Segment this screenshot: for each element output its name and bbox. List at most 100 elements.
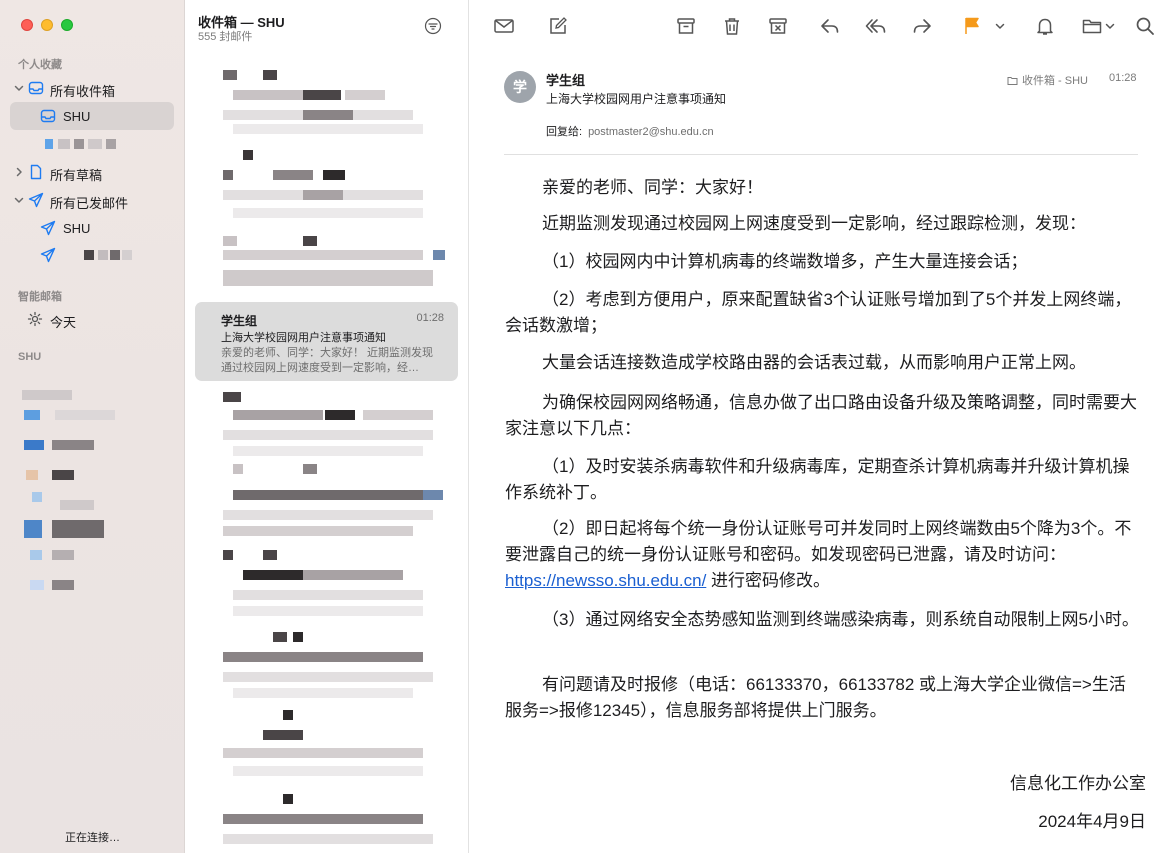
redacted-block (223, 526, 413, 536)
redacted-block (263, 70, 277, 80)
header-time: 01:28 (1109, 72, 1137, 84)
filter-icon[interactable] (424, 17, 442, 35)
redacted-block (233, 464, 243, 474)
inbox-icon (28, 81, 44, 95)
redacted-block (24, 520, 42, 538)
redacted-block (243, 150, 253, 160)
header-sender[interactable]: 学生组 (546, 70, 585, 89)
reply-all-icon[interactable] (865, 15, 887, 37)
body-paragraph: 大量会话连接数造成学校路由器的会话表过载，从而影响用户正常上网。 (542, 353, 1086, 372)
search-icon[interactable] (1134, 15, 1156, 37)
reply-to-address[interactable]: postmaster2@shu.edu.cn (588, 126, 714, 138)
mail-window: 个人收藏 所有收件箱 SHU 所有草稿 所有已发邮件 SHU 智能邮箱 今天 S… (0, 0, 1172, 853)
redacted-block (223, 270, 433, 286)
sidebar-item-all-inboxes[interactable]: 所有收件箱 (10, 75, 174, 102)
redacted-block (24, 440, 44, 450)
selected-message[interactable]: 学生组 01:28 上海大学校园网用户注意事项通知 亲爱的老师、同学：大家好！ … (195, 302, 458, 381)
message-preview: 亲爱的老师、同学：大家好！ 近期监测发现通过校园网上网速度受到一定影响，经… (221, 347, 434, 374)
header-divider (504, 154, 1138, 155)
body-paragraph: 为确保校园网网络畅通，信息办做了出口路由设备升级及策略调整，同时需要大家注意以下… (505, 393, 1137, 438)
minimize-window-button[interactable] (41, 19, 53, 31)
redacted-block (233, 124, 423, 134)
redacted-block (233, 90, 313, 100)
signature: 信息化工作办公室 (1010, 774, 1146, 793)
redacted-block (223, 550, 233, 560)
sidebar-item-all-drafts-label: 所有草稿 (50, 168, 103, 183)
envelope-icon[interactable] (493, 15, 515, 37)
redacted-block (223, 510, 433, 520)
redacted-block (345, 90, 385, 100)
message-time: 01:28 (416, 312, 444, 324)
redacted-block (223, 250, 423, 260)
reply-to: 回复给: postmaster2@shu.edu.cn (546, 123, 714, 139)
sidebar-item-sent-redacted[interactable] (10, 242, 174, 269)
chevron-down-icon[interactable] (13, 82, 25, 94)
redacted-block (223, 652, 423, 662)
redacted-block (30, 550, 42, 560)
body-paragraph: （1）校园网内中计算机病毒的终端数增多，产生大量连接会话； (542, 252, 1028, 271)
redacted-block (423, 490, 443, 500)
junk-icon[interactable] (767, 15, 789, 37)
body-greeting: 亲爱的老师、同学：大家好！ (542, 178, 763, 197)
compose-icon[interactable] (547, 15, 569, 37)
redacted-block (303, 190, 343, 200)
redacted-block (98, 250, 108, 260)
redacted-block (223, 814, 423, 824)
redacted-block (263, 730, 303, 740)
sidebar-item-today[interactable]: 今天 (10, 306, 174, 333)
redacted-block (273, 170, 313, 180)
body-paragraph: （3）通过网络安全态势感知监测到终端感染病毒，则系统自动限制上网5小时。 (542, 610, 1139, 629)
flag-icon[interactable] (961, 15, 983, 37)
archive-icon[interactable] (675, 15, 697, 37)
redacted-block (233, 688, 413, 698)
sidebar-item-all-sent[interactable]: 所有已发邮件 (10, 187, 174, 214)
sidebar-item-all-sent-label: 所有已发邮件 (50, 196, 129, 211)
body-paragraph: 近期监测发现通过校园网上网速度受到一定影响，经过跟踪检测，发现： (542, 214, 1086, 233)
redacted-block (325, 410, 355, 420)
chevron-down-icon[interactable] (1103, 15, 1117, 37)
inbox-icon (40, 109, 56, 123)
redacted-block (303, 110, 353, 120)
sidebar-item-all-drafts[interactable]: 所有草稿 (10, 159, 174, 186)
redacted-block (52, 550, 74, 560)
body-paragraph: （1）及时安装杀病毒软件和升级病毒库，定期查杀计算机病毒并升级计算机操作系统补丁… (505, 457, 1130, 502)
reply-icon[interactable] (819, 15, 841, 37)
sidebar-item-sent-shu[interactable]: SHU (10, 215, 174, 242)
redacted-block (55, 410, 115, 420)
forward-icon[interactable] (911, 15, 933, 37)
chevron-down-icon[interactable] (13, 194, 25, 206)
sidebar-item-redacted[interactable] (10, 131, 174, 158)
list-item[interactable] (185, 60, 469, 300)
trash-icon[interactable] (721, 15, 743, 37)
redacted-block (303, 236, 317, 246)
folder-icon[interactable] (1081, 15, 1103, 37)
list-item[interactable] (185, 386, 469, 853)
body-paragraph: （2）考虑到方便用户，原来配置缺省3个认证账号增加到了5个并发上网终端，会话数激… (505, 290, 1132, 335)
redacted-block (52, 440, 94, 450)
redacted-block (223, 430, 433, 440)
smart-mailboxes-section-label: 智能邮箱 (18, 291, 62, 303)
chevron-down-icon[interactable] (993, 15, 1007, 37)
sidebar-item-sent-shu-label: SHU (63, 221, 91, 236)
chevron-right-icon[interactable] (13, 166, 25, 178)
connection-status: 正在连接… (65, 832, 120, 844)
reset-password-link[interactable]: https://newsso.shu.edu.cn/ (505, 571, 706, 590)
redacted-block (223, 170, 233, 180)
redacted-block (243, 570, 303, 580)
bell-icon[interactable] (1034, 15, 1056, 37)
redacted-block (233, 606, 423, 616)
sidebar-item-all-inboxes-label: 所有收件箱 (50, 84, 116, 99)
close-window-button[interactable] (21, 19, 33, 31)
redacted-block (233, 446, 423, 456)
gear-icon (27, 311, 43, 327)
sidebar-item-shu-inbox[interactable]: SHU (10, 102, 174, 130)
redacted-block (52, 580, 74, 590)
zoom-window-button[interactable] (61, 19, 73, 31)
folder-icon (1007, 76, 1018, 85)
sidebar-item-today-label: 今天 (50, 315, 77, 330)
redacted-block (303, 570, 403, 580)
redacted-block (233, 590, 423, 600)
redacted-block (273, 632, 287, 642)
redacted-block (223, 70, 237, 80)
redacted-block (52, 520, 104, 538)
